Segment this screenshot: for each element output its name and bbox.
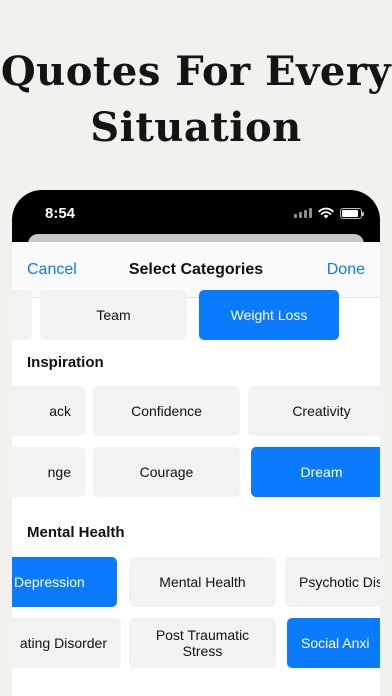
category-chip-ack[interactable]: ack: [12, 386, 85, 436]
category-chip-dream[interactable]: Dream: [251, 447, 380, 497]
cellular-signal-icon: [294, 208, 312, 218]
category-chip-social-anxiety[interactable]: Social Anxi: [287, 618, 380, 668]
category-chip-mental-health[interactable]: Mental Health: [129, 557, 276, 607]
category-chip-team[interactable]: Team: [40, 290, 187, 340]
battery-icon: [340, 207, 364, 219]
category-chip-psychotic-disorder[interactable]: Psychotic Dis: [285, 557, 380, 607]
sheet-title: Select Categories: [128, 261, 264, 278]
phone-frame: 8:54 Cancel Select Categories Done Team …: [12, 190, 380, 696]
category-chip-depression[interactable]: Depression: [12, 557, 117, 607]
done-button[interactable]: Done: [327, 261, 365, 279]
status-time: 8:54: [45, 205, 76, 222]
category-chip[interactable]: [12, 290, 32, 340]
category-chip-confidence[interactable]: Confidence: [93, 386, 240, 436]
wifi-icon: [318, 207, 334, 219]
category-chip-weight-loss[interactable]: Weight Loss: [199, 290, 339, 340]
section-title-mental-health: Mental Health: [27, 524, 125, 541]
category-chip-nge[interactable]: nge: [12, 447, 85, 497]
section-title-inspiration: Inspiration: [27, 354, 104, 371]
headline-line-2: Situation: [90, 104, 302, 151]
headline-line-1: Quotes For Every: [0, 48, 392, 95]
category-chip-creativity[interactable]: Creativity: [248, 386, 380, 436]
category-chip-post-traumatic-stress[interactable]: Post Traumatic Stress: [129, 618, 276, 668]
status-bar: 8:54: [12, 190, 380, 236]
select-categories-sheet: Cancel Select Categories Done Team Weigh…: [12, 242, 380, 696]
promo-headline: Quotes For Every Situation: [0, 44, 392, 156]
category-chip-courage[interactable]: Courage: [93, 447, 240, 497]
category-chip-eating-disorder[interactable]: ating Disorder: [12, 618, 121, 668]
status-icons: [294, 207, 364, 219]
